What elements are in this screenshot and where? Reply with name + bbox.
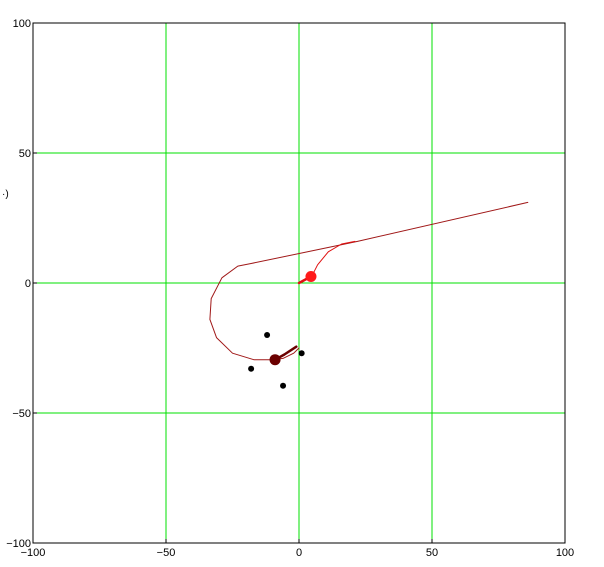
y-tick-label: 0 — [25, 278, 31, 290]
scatter-point-1 — [298, 350, 305, 357]
y-tick-label: −100 — [6, 538, 31, 550]
x-tick-label: 0 — [296, 547, 302, 559]
scatter-point-0 — [264, 332, 271, 338]
plot-canvas: −100 −50 0 50 100−100−50050100 ·) — [2, 18, 574, 559]
x-tick-label: 100 — [556, 547, 574, 559]
series-path-0 — [209, 201, 529, 361]
y-tick-label: 100 — [13, 18, 31, 30]
axis-ticks: −100 −50 0 50 100−100−50050100 — [6, 18, 574, 559]
marker-0 — [305, 271, 317, 282]
x-tick-label: 50 — [426, 547, 438, 559]
data-series — [209, 201, 529, 389]
x-tick-label: −50 — [157, 547, 176, 559]
y-tick-label: −50 — [12, 408, 31, 420]
y-tick-label: 50 — [19, 148, 31, 160]
y-axis-label: ·) — [2, 189, 9, 200]
marker-1 — [269, 354, 281, 366]
scatter-point-3 — [280, 382, 287, 389]
scatter-point-2 — [248, 365, 255, 372]
